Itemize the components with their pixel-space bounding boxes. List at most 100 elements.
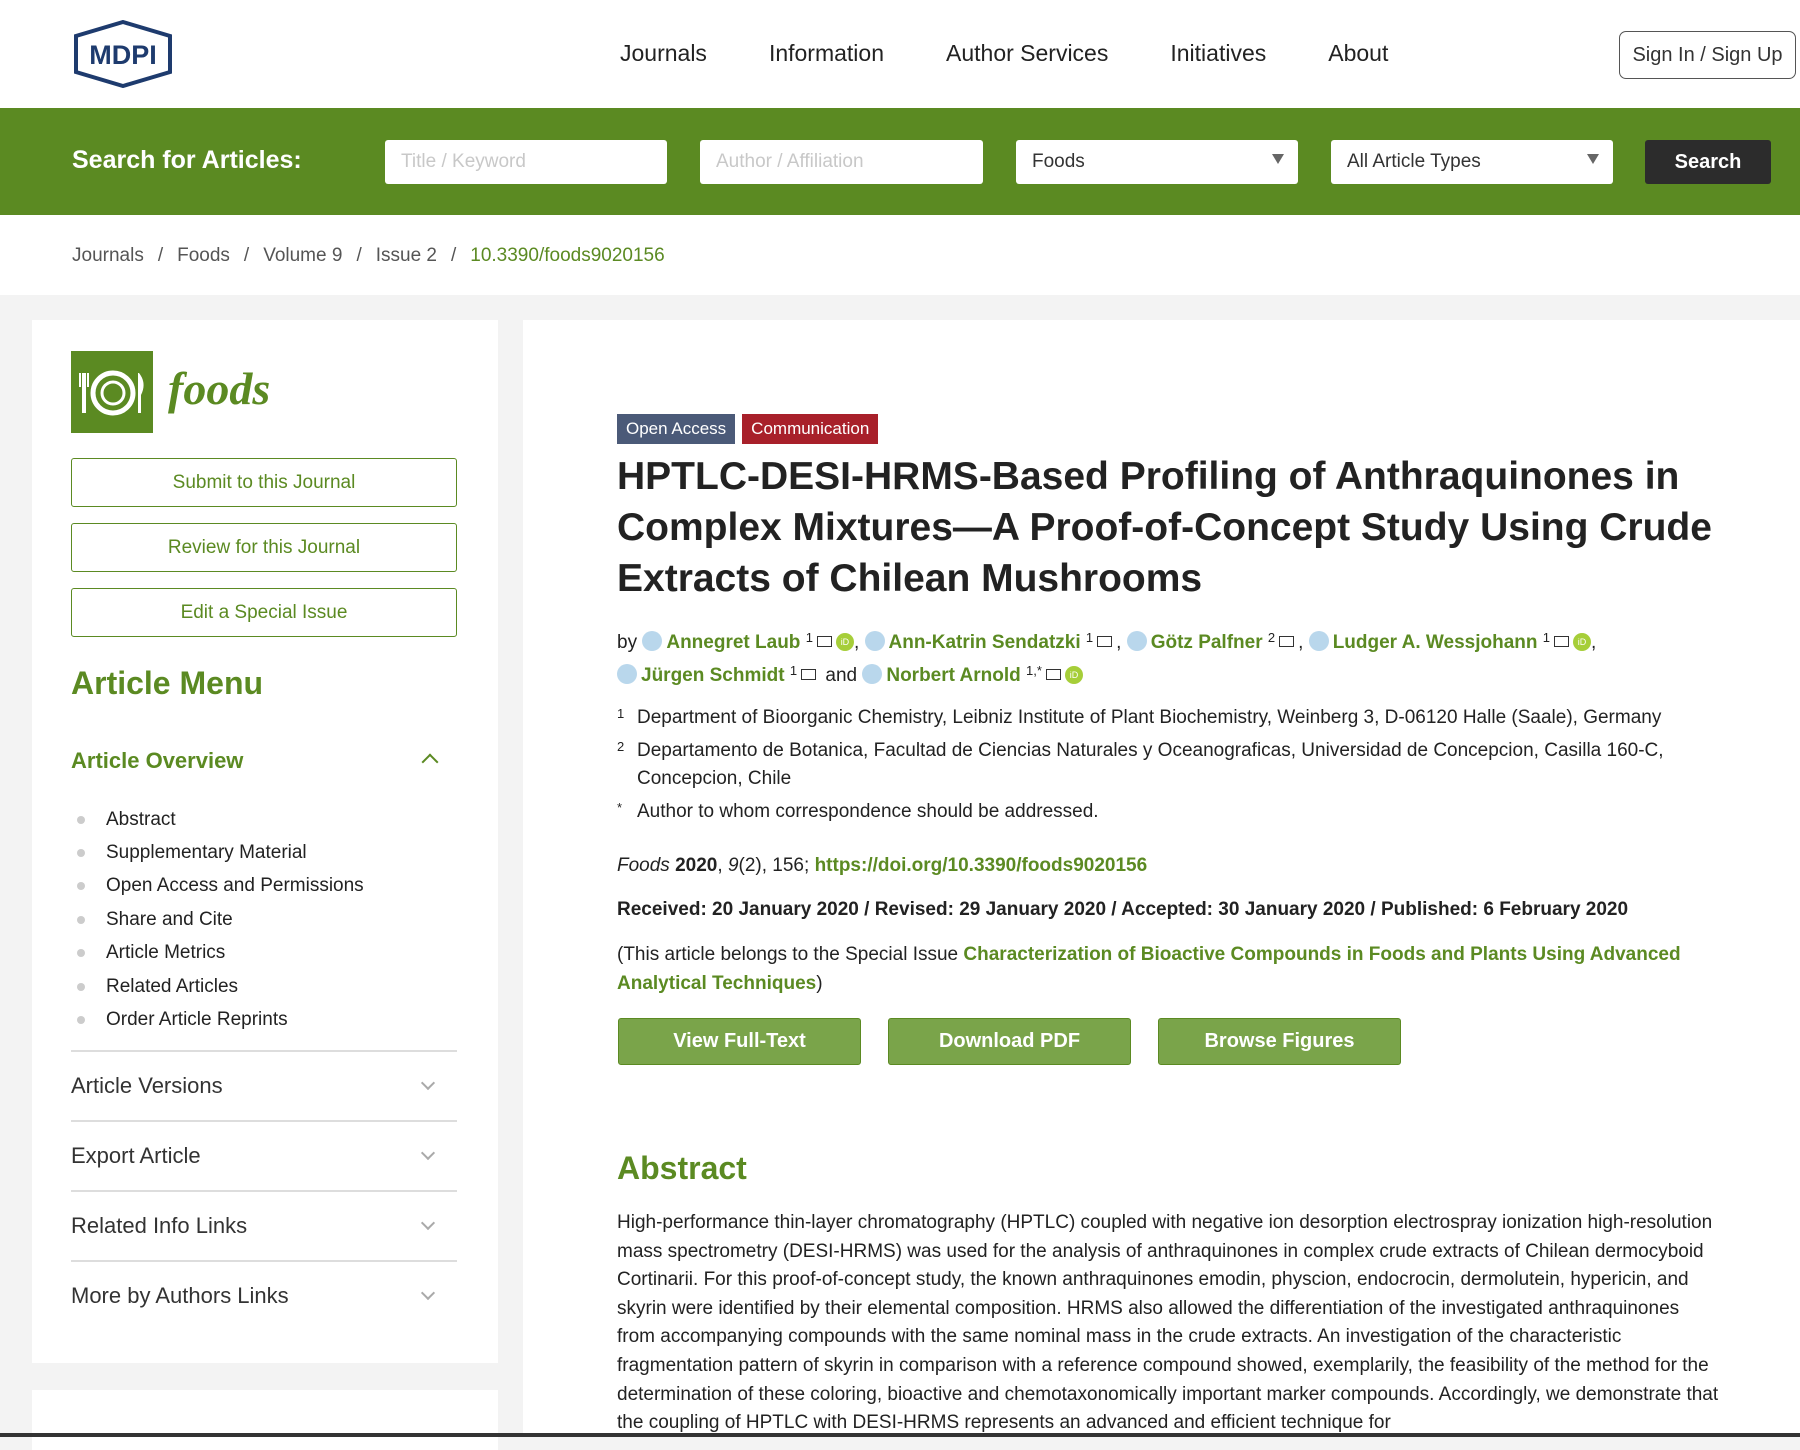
review-for-journal-button[interactable]: Review for this Journal (71, 523, 457, 572)
article-type-select-value: All Article Types (1347, 151, 1481, 172)
section-related-info-links[interactable]: Related Info Links (71, 1190, 457, 1260)
overview-item[interactable]: Supplementary Material (77, 836, 364, 869)
breadcrumb: Journals / Foods / Volume 9/ Issue 2/ 10.3… (72, 245, 665, 267)
top-header: MDPI Journals Information Author Service… (0, 0, 1800, 108)
special-issue-suffix: ) (816, 973, 823, 994)
plate-cutlery-icon (79, 370, 144, 416)
abstract-heading: Abstract (617, 1150, 747, 1186)
orcid-icon[interactable]: iD (1064, 666, 1083, 684)
chevron-up-icon[interactable] (421, 753, 439, 771)
envelope-icon[interactable] (1554, 636, 1570, 647)
envelope-icon[interactable] (1097, 636, 1113, 647)
section-label: More by Authors Links (71, 1283, 289, 1308)
article-menu-title: Article Menu (71, 665, 264, 701)
bullet-icon (77, 882, 85, 891)
aff-text: Department of Bioorganic Chemistry, Leib… (637, 707, 1662, 728)
overview-item[interactable]: Abstract (77, 803, 364, 836)
breadcrumb-journals[interactable]: Journals (72, 245, 144, 267)
breadcrumb-doi[interactable]: 10.3390/foods9020156 (470, 245, 664, 267)
envelope-icon[interactable] (816, 636, 832, 647)
nav-information[interactable]: Information (769, 40, 884, 67)
section-label: Related Info Links (71, 1213, 248, 1238)
overview-item-label: Supplementary Material (106, 842, 307, 864)
overview-item-label: Related Articles (106, 975, 239, 997)
author-aff-number: 1 (1542, 630, 1551, 645)
sidebar-lower-panel (32, 1390, 498, 1450)
author-affiliation-input[interactable] (700, 140, 983, 184)
special-issue-prefix: (This article belongs to the Special Iss… (617, 944, 959, 965)
affiliations: 1 Department of Bioorganic Chemistry, Lei… (617, 704, 1747, 831)
mdpi-logo[interactable]: MDPI (70, 20, 176, 88)
article-sidebar: foods Submit to this Journal Review for … (32, 320, 498, 1363)
author-link[interactable]: Ann-Katrin Sendatzki (889, 632, 1081, 653)
journal-name[interactable]: foods (168, 362, 270, 415)
overview-item[interactable]: Article Metrics (77, 937, 364, 970)
article-main: Open Access Communication HPTLC-DESI-HRM… (523, 320, 1800, 1437)
author-profile-icon (1308, 631, 1329, 651)
section-more-by-authors[interactable]: More by Authors Links (71, 1260, 457, 1330)
chevron-down-icon (420, 1215, 436, 1231)
main-nav: Journals Information Author Services Ini… (620, 40, 1388, 67)
overview-item[interactable]: Share and Cite (77, 903, 364, 936)
orcid-icon[interactable]: iD (835, 633, 854, 651)
aff-number: 2 (617, 739, 625, 754)
breadcrumb-foods[interactable]: Foods (177, 245, 230, 267)
article-type-select[interactable]: All Article Types (1331, 140, 1613, 184)
bullet-icon (77, 849, 85, 858)
and-label: and (825, 665, 858, 686)
article-overview-toggle[interactable]: Article Overview (71, 748, 243, 774)
nav-about[interactable]: About (1328, 40, 1388, 67)
article-overview-list: Abstract Supplementary Material Open Acc… (77, 803, 364, 1037)
nav-author-services[interactable]: Author Services (946, 40, 1108, 67)
overview-item[interactable]: Order Article Reprints (77, 1003, 364, 1036)
overview-item-label: Open Access and Permissions (106, 875, 364, 897)
browse-figures-button[interactable]: Browse Figures (1158, 1018, 1401, 1065)
envelope-icon[interactable] (801, 669, 817, 680)
author-aff-number: 2 (1267, 630, 1276, 645)
view-full-text-button[interactable]: View Full-Text (618, 1018, 861, 1065)
envelope-icon[interactable] (1279, 636, 1295, 647)
submit-to-journal-button[interactable]: Submit to this Journal (71, 458, 457, 507)
aff-text: Author to whom correspondence should be … (637, 801, 1099, 822)
aff-number: 1 (617, 706, 625, 721)
bullet-icon (77, 982, 85, 991)
author-profile-icon (617, 664, 637, 684)
section-article-versions[interactable]: Article Versions (71, 1050, 457, 1120)
affiliation-item: 2 Departamento de Botanica, Facultad de C… (617, 737, 1747, 793)
author-link[interactable]: Annegret Laub (666, 632, 800, 653)
open-access-badge[interactable]: Open Access (617, 414, 736, 444)
sign-in-button[interactable]: Sign In / Sign Up (1619, 31, 1796, 79)
author-aff-number: 1,* (1026, 663, 1042, 678)
nav-journals[interactable]: Journals (620, 40, 707, 67)
author-aff-number: 1 (789, 663, 798, 678)
logo-text: MDPI (89, 40, 157, 70)
download-pdf-button[interactable]: Download PDF (888, 1018, 1131, 1065)
title-keyword-input[interactable] (385, 140, 667, 184)
orcid-icon[interactable]: iD (1573, 633, 1592, 651)
author-link[interactable]: Götz Palfner (1151, 632, 1263, 653)
doi-link[interactable]: https://doi.org/10.3390/foods9020156 (815, 855, 1148, 876)
edit-special-issue-button[interactable]: Edit a Special Issue (71, 588, 457, 637)
by-label: by (617, 632, 638, 653)
overview-item-label: Share and Cite (106, 908, 233, 930)
foods-journal-logo[interactable] (71, 351, 153, 433)
author-profile-icon (642, 631, 663, 651)
overview-item[interactable]: Open Access and Permissions (77, 870, 364, 903)
author-list: by Annegret Laub 1 iD, Ann-Katrin Sendatz… (617, 630, 1597, 686)
breadcrumb-issue[interactable]: Issue 2 (376, 245, 437, 267)
bullet-icon (77, 815, 85, 824)
breadcrumb-volume[interactable]: Volume 9 (263, 245, 342, 267)
chevron-down-icon (1587, 154, 1599, 164)
envelope-icon[interactable] (1045, 669, 1061, 680)
author-profile-icon (1126, 631, 1147, 651)
section-label: Article Versions (71, 1073, 223, 1098)
nav-initiatives[interactable]: Initiatives (1170, 40, 1266, 67)
author-link[interactable]: Jürgen Schmidt (641, 665, 785, 686)
overview-item[interactable]: Related Articles (77, 970, 364, 1003)
abstract-text: High-performance thin-layer chromatograp… (617, 1212, 1719, 1434)
section-export-article[interactable]: Export Article (71, 1120, 457, 1190)
author-link[interactable]: Ludger A. Wessjohann (1333, 632, 1538, 653)
journal-select[interactable]: Foods (1016, 140, 1298, 184)
author-link[interactable]: Norbert Arnold (886, 665, 1020, 686)
search-button[interactable]: Search (1645, 140, 1771, 184)
